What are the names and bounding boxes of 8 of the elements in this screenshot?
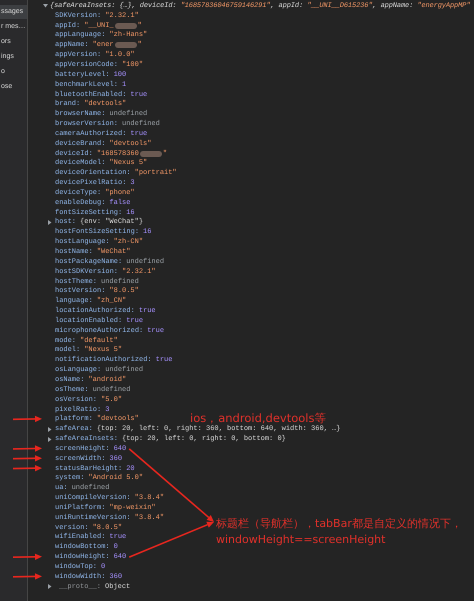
expand-triangle-icon[interactable] bbox=[47, 220, 52, 225]
expand-triangle-icon[interactable] bbox=[47, 426, 52, 432]
annotation-text: windowHeight==screenHeight bbox=[216, 533, 386, 546]
expand-triangle-icon[interactable] bbox=[47, 436, 52, 442]
annotation-text: ios，android,devtools等 bbox=[190, 411, 326, 425]
annotation-text: 标题栏（导航栏），tabBar都是自定义的情况下， bbox=[216, 516, 462, 531]
expand-triangle-icon[interactable] bbox=[47, 584, 52, 590]
collapse-triangle-icon[interactable] bbox=[43, 3, 48, 8]
